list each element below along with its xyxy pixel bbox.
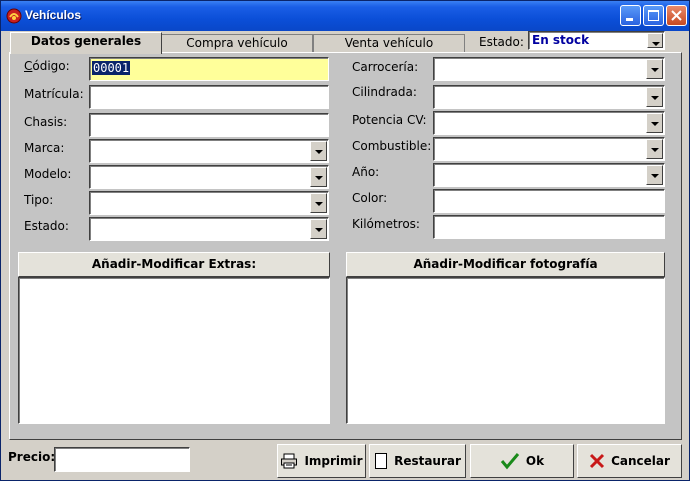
potencia-select[interactable] — [433, 111, 665, 135]
chevron-down-icon[interactable] — [310, 141, 327, 161]
codigo-label-text: ódigo: — [32, 59, 70, 73]
estado-stock-select[interactable]: En stock — [528, 31, 665, 50]
imprimir-button[interactable]: Imprimir — [277, 444, 366, 478]
imprimir-label: Imprimir — [304, 454, 363, 468]
vehiculos-window: Vehículos Datos generales Compra vehícul… — [0, 0, 690, 481]
anio-select[interactable] — [433, 163, 665, 187]
ok-label: Ok — [525, 454, 545, 468]
combustible-label: Combustible: — [352, 139, 432, 153]
restaurar-button[interactable]: Restaurar — [369, 444, 466, 478]
cancelar-button[interactable]: Cancelar — [577, 444, 682, 478]
title-bar[interactable]: Vehículos — [1, 1, 689, 31]
tipo-select[interactable] — [89, 191, 329, 215]
chevron-down-icon[interactable] — [647, 33, 663, 48]
chevron-down-icon[interactable] — [310, 193, 327, 213]
estado-label: Estado: — [24, 219, 69, 233]
document-icon — [375, 453, 388, 469]
cilindrada-label: Cilindrada: — [352, 85, 417, 99]
estado-stock-value: En stock — [532, 33, 590, 47]
precio-input[interactable] — [54, 447, 190, 472]
printer-icon — [281, 453, 298, 469]
chasis-input[interactable] — [89, 113, 329, 137]
foto-panel[interactable] — [346, 277, 665, 424]
modelo-select[interactable] — [89, 165, 329, 189]
tab-venta-vehiculo[interactable]: Venta vehículo — [313, 34, 465, 53]
marca-label: Marca: — [24, 141, 65, 155]
potencia-label: Potencia CV: — [352, 113, 427, 127]
close-icon — [671, 10, 682, 21]
chevron-down-icon[interactable] — [646, 165, 663, 185]
kilometros-input[interactable] — [433, 215, 665, 239]
chevron-down-icon[interactable] — [646, 87, 663, 107]
chasis-label: Chasis: — [24, 115, 68, 129]
minimize-button[interactable] — [620, 5, 641, 26]
maximize-button[interactable] — [643, 5, 664, 26]
matricula-label: Matrícula: — [24, 87, 84, 101]
chevron-down-icon[interactable] — [646, 139, 663, 159]
tipo-label: Tipo: — [24, 193, 54, 207]
codigo-label: Código: — [24, 59, 70, 73]
tab-bar: Datos generales Compra vehículo Venta ve… — [1, 31, 689, 54]
estado-top-label: Estado: — [479, 35, 524, 49]
chevron-down-icon[interactable] — [310, 167, 327, 187]
maximize-icon — [648, 10, 659, 21]
codigo-input[interactable]: 00001 — [89, 57, 329, 81]
x-icon — [590, 453, 605, 469]
close-button[interactable] — [666, 5, 687, 26]
modelo-label: Modelo: — [24, 167, 72, 181]
codigo-value: 00001 — [92, 61, 131, 75]
precio-label: Precio: — [8, 450, 56, 464]
app-icon — [6, 8, 22, 24]
tab-compra-vehiculo[interactable]: Compra vehículo — [161, 34, 313, 53]
checkmark-icon — [500, 453, 520, 470]
combustible-select[interactable] — [433, 137, 665, 161]
estado-select[interactable] — [89, 217, 329, 241]
extras-button[interactable]: Añadir-Modificar Extras: — [18, 252, 330, 277]
window-title: Vehículos — [25, 8, 82, 22]
chevron-down-icon[interactable] — [310, 219, 327, 239]
chevron-down-icon[interactable] — [646, 113, 663, 133]
carroceria-label: Carrocería: — [352, 60, 419, 74]
cancelar-label: Cancelar — [611, 454, 670, 468]
kilometros-label: Kilómetros: — [352, 217, 420, 231]
matricula-input[interactable] — [89, 85, 329, 109]
cilindrada-select[interactable] — [433, 85, 665, 109]
chevron-down-icon[interactable] — [646, 59, 663, 79]
color-input[interactable] — [433, 189, 665, 213]
restaurar-label: Restaurar — [394, 454, 461, 468]
foto-button[interactable]: Añadir-Modificar fotografía — [346, 252, 665, 277]
anio-label: Año: — [352, 165, 380, 179]
marca-select[interactable] — [89, 139, 329, 163]
ok-button[interactable]: Ok — [470, 444, 574, 478]
extras-list[interactable] — [18, 277, 330, 424]
tab-datos-generales[interactable]: Datos generales — [10, 32, 162, 54]
carroceria-select[interactable] — [433, 57, 665, 81]
minimize-icon — [626, 18, 633, 21]
color-label: Color: — [352, 191, 388, 205]
